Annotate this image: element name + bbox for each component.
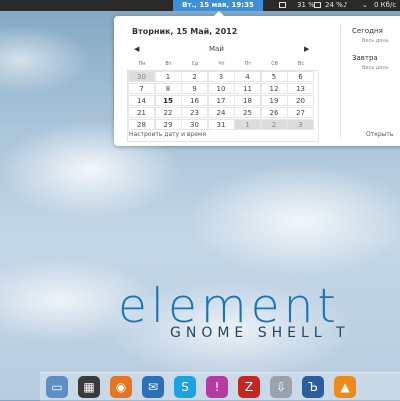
calendar-day[interactable]: 30	[128, 71, 155, 82]
calendar-day[interactable]: 25	[234, 107, 261, 118]
calculator-icon[interactable]: ▦	[78, 376, 100, 398]
open-calendar-link[interactable]: Открыть	[366, 131, 393, 138]
weekday-label: Сб	[271, 61, 278, 67]
weekday-label: Чт	[218, 61, 225, 67]
notifications-icon[interactable]	[279, 2, 286, 8]
calendar-day[interactable]: 22	[154, 107, 182, 118]
calendar-day[interactable]: 28	[128, 119, 155, 130]
calendar-day[interactable]: 8	[154, 83, 182, 94]
next-month-button[interactable]: ▶	[304, 45, 309, 53]
top-panel: Вт., 15 мая, 19:35 31 % 24 % ♪ ⌄ 0 Кб/с	[0, 0, 400, 11]
calendar-day[interactable]: 24	[207, 107, 235, 118]
calendar-day[interactable]: 18	[234, 95, 261, 106]
files-icon[interactable]: ▭	[46, 376, 68, 398]
tomorrow-heading: Завтра	[352, 54, 378, 62]
battery-icon[interactable]	[314, 2, 321, 8]
calendar-day[interactable]: 9	[181, 83, 208, 94]
calendar-day[interactable]: 6	[287, 71, 314, 82]
calendar-day[interactable]: 17	[207, 95, 235, 106]
weekday-label: Вс	[297, 61, 305, 67]
dock: ▭ ▦ ◉ ✉ S! Z ⇩ Ъ ▲	[40, 372, 400, 401]
calendar-day[interactable]: 26	[260, 107, 288, 118]
network-speed: 0 Кб/с	[374, 1, 397, 9]
calendar-day[interactable]: 23	[181, 107, 208, 118]
calendar-day[interactable]: 29	[154, 119, 182, 130]
calendar-day[interactable]: 11	[234, 83, 261, 94]
calendar-day[interactable]: 15	[154, 95, 182, 106]
network-menu-icon[interactable]: ⌄	[362, 0, 368, 11]
calendar-day[interactable]: 30	[181, 119, 208, 130]
volume-icon[interactable]: ♪	[343, 0, 347, 11]
battery-percent[interactable]: 31 %	[297, 0, 315, 11]
weekday-row: Пн Вт Ср Чт Пт Сб Вс	[129, 61, 309, 69]
calendar-day[interactable]: 10	[207, 83, 235, 94]
volume-percent[interactable]: 24 %	[325, 0, 343, 11]
calendar-day[interactable]: 14	[128, 95, 155, 106]
calendar-day[interactable]: 2	[181, 71, 208, 82]
transmission-icon[interactable]: ⇩	[270, 376, 292, 398]
calendar-day[interactable]: 1	[234, 119, 261, 130]
date-title: Вторник, 15 Май, 2012	[132, 27, 238, 36]
calendar-day[interactable]: 19	[260, 95, 288, 106]
calendar-day[interactable]: 4	[234, 71, 261, 82]
calendar-day[interactable]: 7	[128, 83, 155, 94]
month-label: Май	[209, 45, 224, 53]
prev-month-button[interactable]: ◀	[134, 45, 139, 53]
date-settings-link[interactable]: Настроить дату и время	[129, 131, 206, 138]
thunderbird-icon[interactable]: ✉	[142, 376, 164, 398]
calendar-popup: Вторник, 15 Май, 2012 ◀ Май ▶ Пн Вт Ср Чт Пт…	[114, 11, 400, 146]
calendar-day[interactable]: 3	[287, 119, 314, 130]
calendar-day[interactable]: 2	[260, 119, 288, 130]
calendar-day[interactable]: 12	[260, 83, 288, 94]
today-heading: Сегодня	[352, 27, 383, 35]
calendar-day[interactable]: 20	[287, 95, 314, 106]
pidgin-icon[interactable]: !	[206, 376, 228, 398]
calendar-day[interactable]: 16	[181, 95, 208, 106]
calendar-day[interactable]: 1	[154, 71, 182, 82]
filezilla-icon[interactable]: Z	[238, 376, 260, 398]
calendar-day[interactable]: 31	[207, 119, 235, 130]
weekday-label: Вт	[165, 61, 172, 67]
weekday-label: Пн	[138, 61, 146, 67]
desktop-tagline: GNOME SHELL T	[170, 325, 350, 341]
tomorrow-event: Весь день	[362, 65, 389, 71]
calendar-day[interactable]: 3	[207, 71, 235, 82]
calendar-day[interactable]: 5	[260, 71, 288, 82]
vlc-icon[interactable]: ▲	[334, 376, 356, 398]
firefox-icon[interactable]: ◉	[110, 376, 132, 398]
today-event: Весь день	[362, 38, 389, 44]
weekday-label: Пт	[244, 61, 252, 67]
calendar-day[interactable]: 13	[287, 83, 314, 94]
calendar-day[interactable]: 21	[128, 107, 155, 118]
skype-icon[interactable]: S	[174, 376, 196, 398]
weekday-label: Ср	[191, 61, 199, 67]
clock-button[interactable]: Вт., 15 мая, 19:35	[173, 0, 263, 11]
text-icon[interactable]: Ъ	[302, 376, 324, 398]
popup-divider	[340, 24, 341, 139]
calendar-day[interactable]: 27	[287, 107, 314, 118]
